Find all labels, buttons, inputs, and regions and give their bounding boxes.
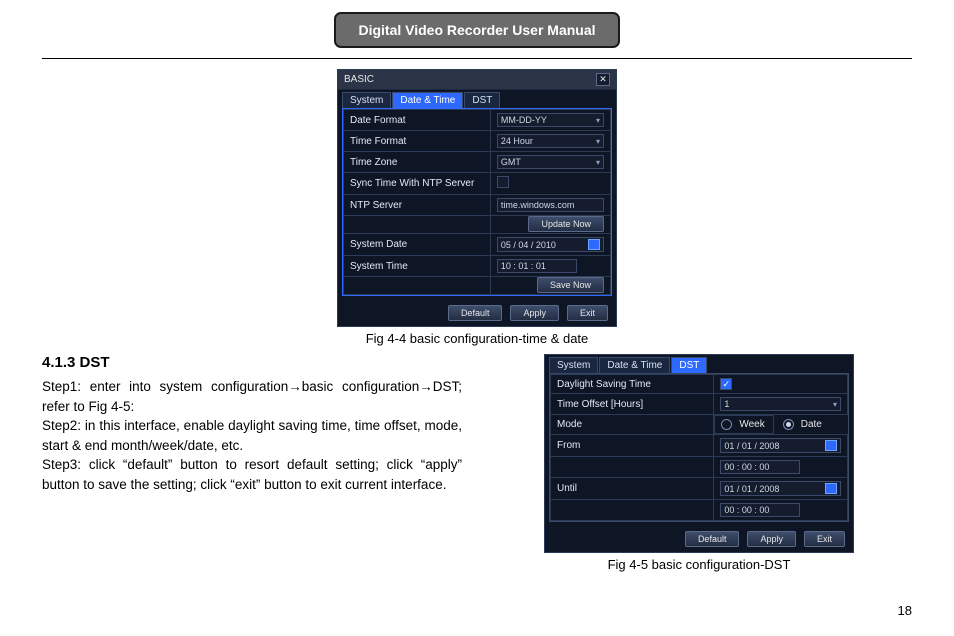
chevron-down-icon: ▾	[596, 116, 600, 125]
time-zone-dropdown[interactable]: GMT ▾	[497, 155, 604, 169]
mode-date-label: Date	[801, 419, 822, 430]
date-format-dropdown[interactable]: MM-DD-YY ▾	[497, 113, 604, 127]
ntp-server-label: NTP Server	[344, 195, 491, 216]
system-date-value: 05 / 04 / 2010	[501, 240, 556, 250]
apply-button[interactable]: Apply	[510, 305, 559, 321]
mode-week-label: Week	[739, 419, 764, 430]
doc-header: Digital Video Recorder User Manual	[42, 0, 912, 59]
figure-4-5-caption: Fig 4-5 basic configuration-DST	[608, 557, 791, 572]
exit-button[interactable]: Exit	[567, 305, 608, 321]
calendar-icon	[825, 440, 837, 451]
from-date-input[interactable]: 01 / 01 / 2008	[720, 438, 841, 453]
figure-4-4-caption: Fig 4-4 basic configuration-time & date	[366, 331, 589, 346]
chevron-down-icon: ▾	[596, 158, 600, 167]
from-date-value: 01 / 01 / 2008	[724, 441, 779, 451]
chevron-down-icon: ▾	[833, 400, 837, 409]
system-date-input[interactable]: 05 / 04 / 2010	[497, 237, 604, 252]
apply-button[interactable]: Apply	[747, 531, 796, 547]
time-offset-dropdown[interactable]: 1 ▾	[720, 397, 841, 411]
system-time-label: System Time	[344, 256, 491, 277]
mode-label: Mode	[551, 415, 714, 435]
update-now-button[interactable]: Update Now	[528, 216, 604, 232]
system-date-label: System Date	[344, 234, 491, 256]
exit-button[interactable]: Exit	[804, 531, 845, 547]
step2-text: Step2: in this interface, enable dayligh…	[42, 416, 462, 455]
doc-title: Digital Video Recorder User Manual	[334, 12, 619, 48]
until-date-value: 01 / 01 / 2008	[724, 484, 779, 494]
until-date-input[interactable]: 01 / 01 / 2008	[720, 481, 841, 496]
section-heading: 4.1.3 DST	[42, 354, 462, 371]
calendar-icon	[825, 483, 837, 494]
tab-dst[interactable]: DST	[464, 92, 500, 108]
tabs-row: System Date & Time DST	[338, 90, 616, 108]
tab-date-time[interactable]: Date & Time	[599, 357, 670, 373]
mode-week-option[interactable]: Week	[721, 419, 764, 430]
step3-text: Step3: click “default” button to resort …	[42, 455, 462, 494]
radio-icon	[721, 419, 732, 430]
body-text-column: 4.1.3 DST Step1: enter into system confi…	[42, 354, 462, 572]
dst-enable-label: Daylight Saving Time	[551, 375, 714, 394]
time-zone-label: Time Zone	[344, 152, 491, 173]
radio-icon	[783, 419, 794, 430]
tab-date-time[interactable]: Date & Time	[392, 92, 463, 108]
figure-4-4: BASIC ✕ System Date & Time DST Date Form…	[0, 69, 954, 346]
tabs-row: System Date & Time DST	[545, 355, 853, 373]
from-time-input[interactable]: 00 : 00 : 00	[720, 460, 800, 474]
time-offset-value: 1	[724, 399, 729, 409]
time-format-label: Time Format	[344, 131, 491, 152]
default-button[interactable]: Default	[448, 305, 503, 321]
system-time-input[interactable]: 10 : 01 : 01	[497, 259, 577, 273]
tab-system[interactable]: System	[549, 357, 598, 373]
tab-system[interactable]: System	[342, 92, 391, 108]
ntp-server-input[interactable]: time.windows.com	[497, 198, 604, 212]
window-titlebar: BASIC ✕	[338, 70, 616, 90]
calendar-icon	[588, 239, 600, 250]
until-time-input[interactable]: 00 : 00 : 00	[720, 503, 800, 517]
until-label: Until	[551, 478, 714, 500]
tab-panel: Daylight Saving Time ✓ Time Offset [Hour…	[549, 373, 849, 522]
date-format-label: Date Format	[344, 110, 491, 131]
page-number: 18	[898, 603, 912, 618]
time-format-dropdown[interactable]: 24 Hour ▾	[497, 134, 604, 148]
tab-dst[interactable]: DST	[671, 357, 707, 373]
sync-ntp-checkbox[interactable]	[497, 176, 509, 188]
from-label: From	[551, 435, 714, 457]
window-title: BASIC	[344, 74, 374, 85]
step1-text: Step1: enter into system configuration→b…	[42, 377, 462, 416]
dst-enable-checkbox[interactable]: ✓	[720, 378, 732, 390]
mode-date-option[interactable]: Date	[783, 419, 822, 430]
time-zone-value: GMT	[501, 157, 521, 167]
save-now-button[interactable]: Save Now	[537, 277, 604, 293]
close-icon[interactable]: ✕	[596, 73, 610, 86]
time-format-value: 24 Hour	[501, 136, 533, 146]
default-button[interactable]: Default	[685, 531, 740, 547]
date-format-value: MM-DD-YY	[501, 115, 547, 125]
window-button-row: Default Apply Exit	[338, 300, 616, 326]
time-offset-label: Time Offset [Hours]	[551, 394, 714, 415]
figure-4-5: System Date & Time DST Daylight Saving T…	[486, 354, 912, 572]
sync-ntp-label: Sync Time With NTP Server	[344, 173, 491, 195]
window-button-row: Default Apply Exit	[545, 526, 853, 552]
dst-window: System Date & Time DST Daylight Saving T…	[544, 354, 854, 553]
tab-panel: Date Format MM-DD-YY ▾ Time Format 24 Ho…	[342, 108, 612, 296]
basic-window: BASIC ✕ System Date & Time DST Date Form…	[337, 69, 617, 327]
chevron-down-icon: ▾	[596, 137, 600, 146]
